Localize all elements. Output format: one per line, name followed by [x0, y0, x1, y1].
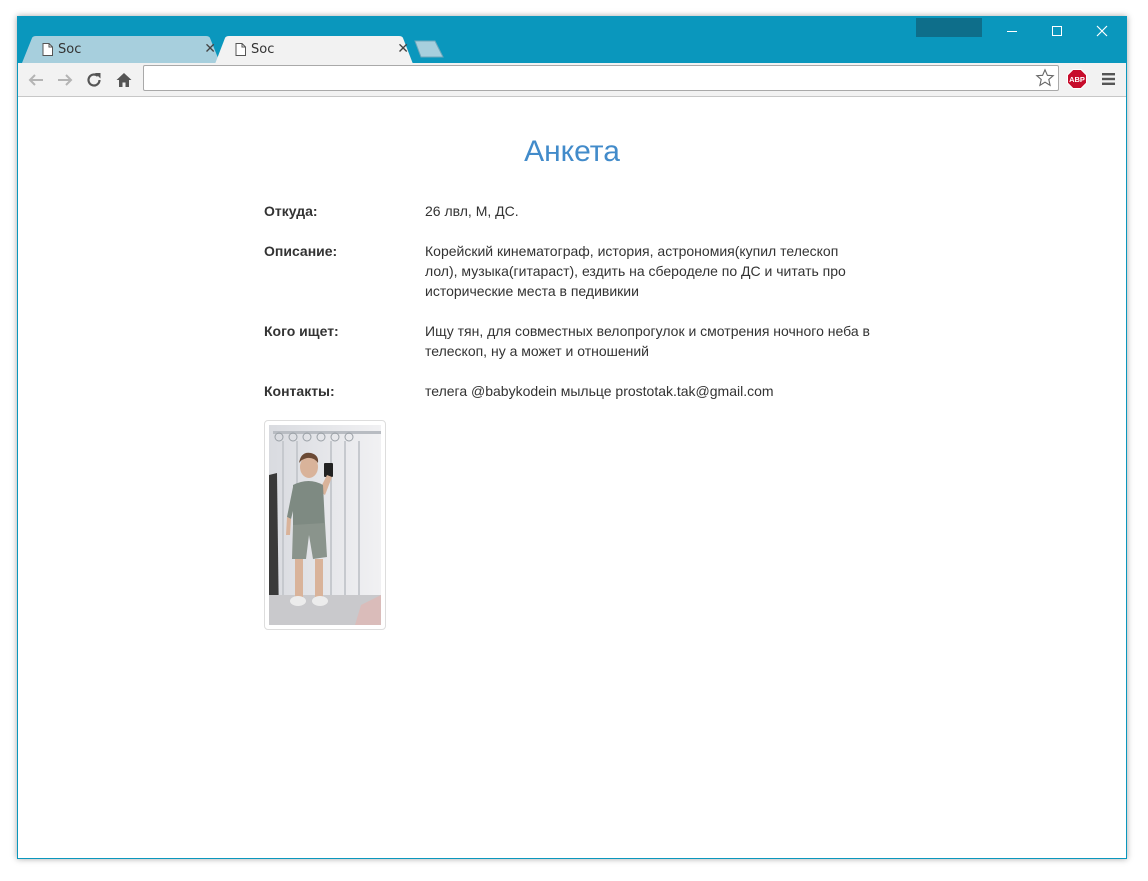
forward-arrow-icon[interactable] — [55, 70, 75, 90]
tab-label: Soc — [251, 42, 275, 57]
menu-icon[interactable] — [1101, 71, 1117, 87]
field-label: Кого ищет: — [264, 323, 339, 339]
address-bar[interactable] — [143, 65, 1059, 91]
minimize-icon[interactable] — [990, 16, 1034, 46]
profile-photo-image — [269, 425, 381, 625]
maximize-icon[interactable] — [1035, 16, 1079, 46]
field-value: 26 лвл, М, ДС. — [425, 203, 519, 219]
tab-active[interactable]: Soc ✕ — [215, 36, 413, 64]
field-label: Описание: — [264, 243, 338, 259]
page-content: Анкета Откуда: 26 лвл, М, ДС. Описание: … — [18, 97, 1126, 858]
field-value: Корейский кинематограф, история, астроно… — [425, 243, 846, 299]
toolbar: ABP — [18, 63, 1126, 97]
address-input[interactable] — [148, 67, 1032, 91]
page-title: Анкета — [524, 135, 620, 168]
back-arrow-icon[interactable] — [26, 70, 46, 90]
page-icon — [42, 43, 53, 56]
adblock-label: ABP — [1069, 75, 1085, 84]
home-icon[interactable] — [114, 70, 134, 90]
tab-close-icon[interactable]: ✕ — [397, 36, 409, 63]
reload-icon[interactable] — [84, 70, 104, 90]
page-icon — [235, 43, 246, 56]
tab-close-icon[interactable]: ✕ — [204, 36, 216, 63]
field-label: Контакты: — [264, 383, 335, 399]
browser-window: Soc ✕ Soc ✕ ABP Анкета Откуда: 26 лвл, М… — [17, 16, 1127, 859]
adblock-icon[interactable]: ABP — [1067, 69, 1087, 89]
profile-area[interactable] — [916, 18, 982, 37]
tab-label: Soc — [58, 42, 82, 57]
field-label: Откуда: — [264, 203, 318, 219]
close-window-icon[interactable] — [1080, 16, 1124, 46]
new-tab-button[interactable] — [413, 40, 445, 58]
title-bar: Soc ✕ Soc ✕ — [17, 16, 1127, 64]
bookmark-star-icon[interactable] — [1035, 68, 1055, 88]
field-value: Ищу тян, для совместных велопрогулок и с… — [425, 323, 870, 359]
tab-inactive[interactable]: Soc ✕ — [22, 36, 220, 63]
field-value: телега @babykodein мыльце prostotak.tak@… — [425, 383, 774, 399]
profile-photo[interactable] — [264, 420, 386, 630]
